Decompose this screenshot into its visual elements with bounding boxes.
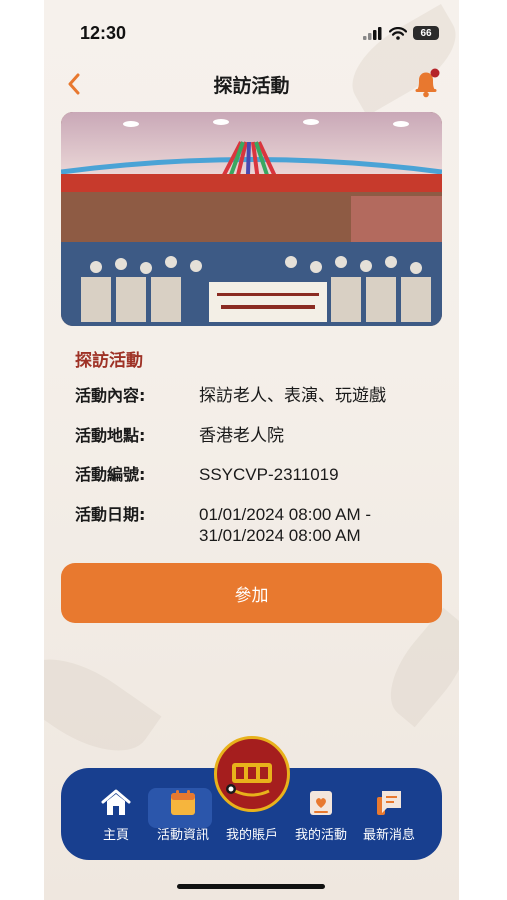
cellular-signal-icon: [363, 26, 382, 40]
background-leaf: [372, 607, 459, 728]
event-date-end: 31/01/2024 08:00 AM: [199, 526, 361, 545]
tab-activity-info-label: 活動資訊: [156, 828, 209, 843]
phone-screen: 12:30 66 探訪活動 探訪活動 活動內容: 探訪老人、表演、玩遊戲 活動地…: [44, 0, 459, 900]
tab-my-account-label: 我的賬戶: [225, 828, 278, 843]
my-activity-icon: [310, 791, 332, 815]
event-location-row: 活動地點: 香港老人院: [75, 426, 435, 448]
news-icon: [377, 791, 401, 815]
home-icon: [101, 789, 131, 815]
event-date-row: 活動日期: 01/01/2024 08:00 AM - 31/01/2024 0…: [75, 505, 435, 549]
association-seal-icon: [221, 743, 283, 805]
tab-latest-news-label: 最新消息: [362, 828, 415, 843]
event-date-label: 活動日期:: [75, 505, 146, 524]
bell-icon: [415, 68, 440, 98]
event-number-row: 活動編號: SSYCVP-2311019: [75, 465, 435, 487]
event-number-label: 活動編號:: [75, 465, 146, 484]
wifi-icon: [389, 26, 407, 40]
group-photo-image: [61, 112, 442, 326]
tab-my-activities[interactable]: 我的活動: [286, 786, 356, 854]
header: 探訪活動: [44, 62, 459, 106]
battery-indicator: 66: [413, 26, 439, 40]
association-logo[interactable]: [214, 736, 290, 812]
event-section-title: 探訪活動: [75, 351, 143, 371]
status-time: 12:30: [80, 23, 127, 43]
tab-my-activities-label: 我的活動: [294, 828, 347, 843]
event-date-start: 01/01/2024 08:00 AM -: [199, 505, 372, 524]
status-icons: 66: [363, 26, 439, 40]
page-title: 探訪活動: [213, 75, 290, 97]
calendar-icon: [171, 790, 195, 815]
tab-home[interactable]: 主頁: [81, 786, 151, 854]
notification-button[interactable]: [409, 66, 443, 100]
event-content-row: 活動內容: 探訪老人、表演、玩遊戲: [75, 386, 435, 408]
home-indicator: [177, 884, 325, 889]
event-content-label: 活動內容:: [75, 386, 146, 405]
event-photo: [61, 112, 442, 326]
tab-activity-info[interactable]: 活動資訊: [148, 786, 218, 854]
event-content-value: 探訪老人、表演、玩遊戲: [199, 386, 386, 405]
tab-home-label: 主頁: [102, 828, 129, 843]
join-button[interactable]: 參加: [61, 563, 442, 623]
event-location-value: 香港老人院: [199, 426, 284, 445]
event-location-label: 活動地點:: [75, 426, 146, 445]
tab-latest-news[interactable]: 最新消息: [354, 786, 424, 854]
event-number-value: SSYCVP-2311019: [199, 465, 339, 484]
status-bar: 12:30 66: [44, 22, 459, 46]
background-leaf: [44, 636, 162, 774]
